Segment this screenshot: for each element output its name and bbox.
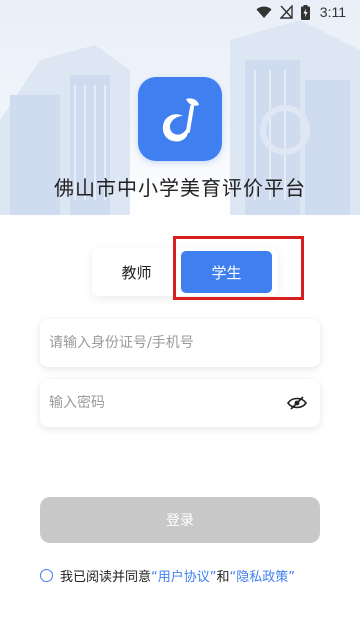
agreement-text: 我已阅读并同意 [60,570,152,585]
eye-off-icon[interactable] [286,392,308,414]
tab-teacher[interactable]: 教师 [92,251,181,293]
login-button[interactable]: 登录 [40,497,320,543]
signal-off-icon [279,5,293,19]
privacy-policy-link[interactable]: “隐私政策” [230,566,295,585]
highlight-annotation [173,236,304,300]
agreement-row: 我已阅读并同意 “用户协议” 和 “隐私政策” [40,566,340,585]
battery-charging-icon [300,4,310,20]
agreement-conjunction: 和 [216,570,230,585]
app-title: 佛山市中小学美育评价平台 [54,176,306,200]
status-time: 3:11 [319,4,346,20]
password-field[interactable] [40,379,320,427]
agreement-radio[interactable] [40,569,53,582]
password-input[interactable] [49,395,286,411]
user-agreement-link[interactable]: “用户协议” [151,566,216,585]
account-input[interactable] [49,335,308,351]
app-logo-icon [138,77,222,161]
status-bar: 3:11 [0,0,360,24]
wifi-icon [256,6,272,19]
account-field[interactable] [40,319,320,367]
